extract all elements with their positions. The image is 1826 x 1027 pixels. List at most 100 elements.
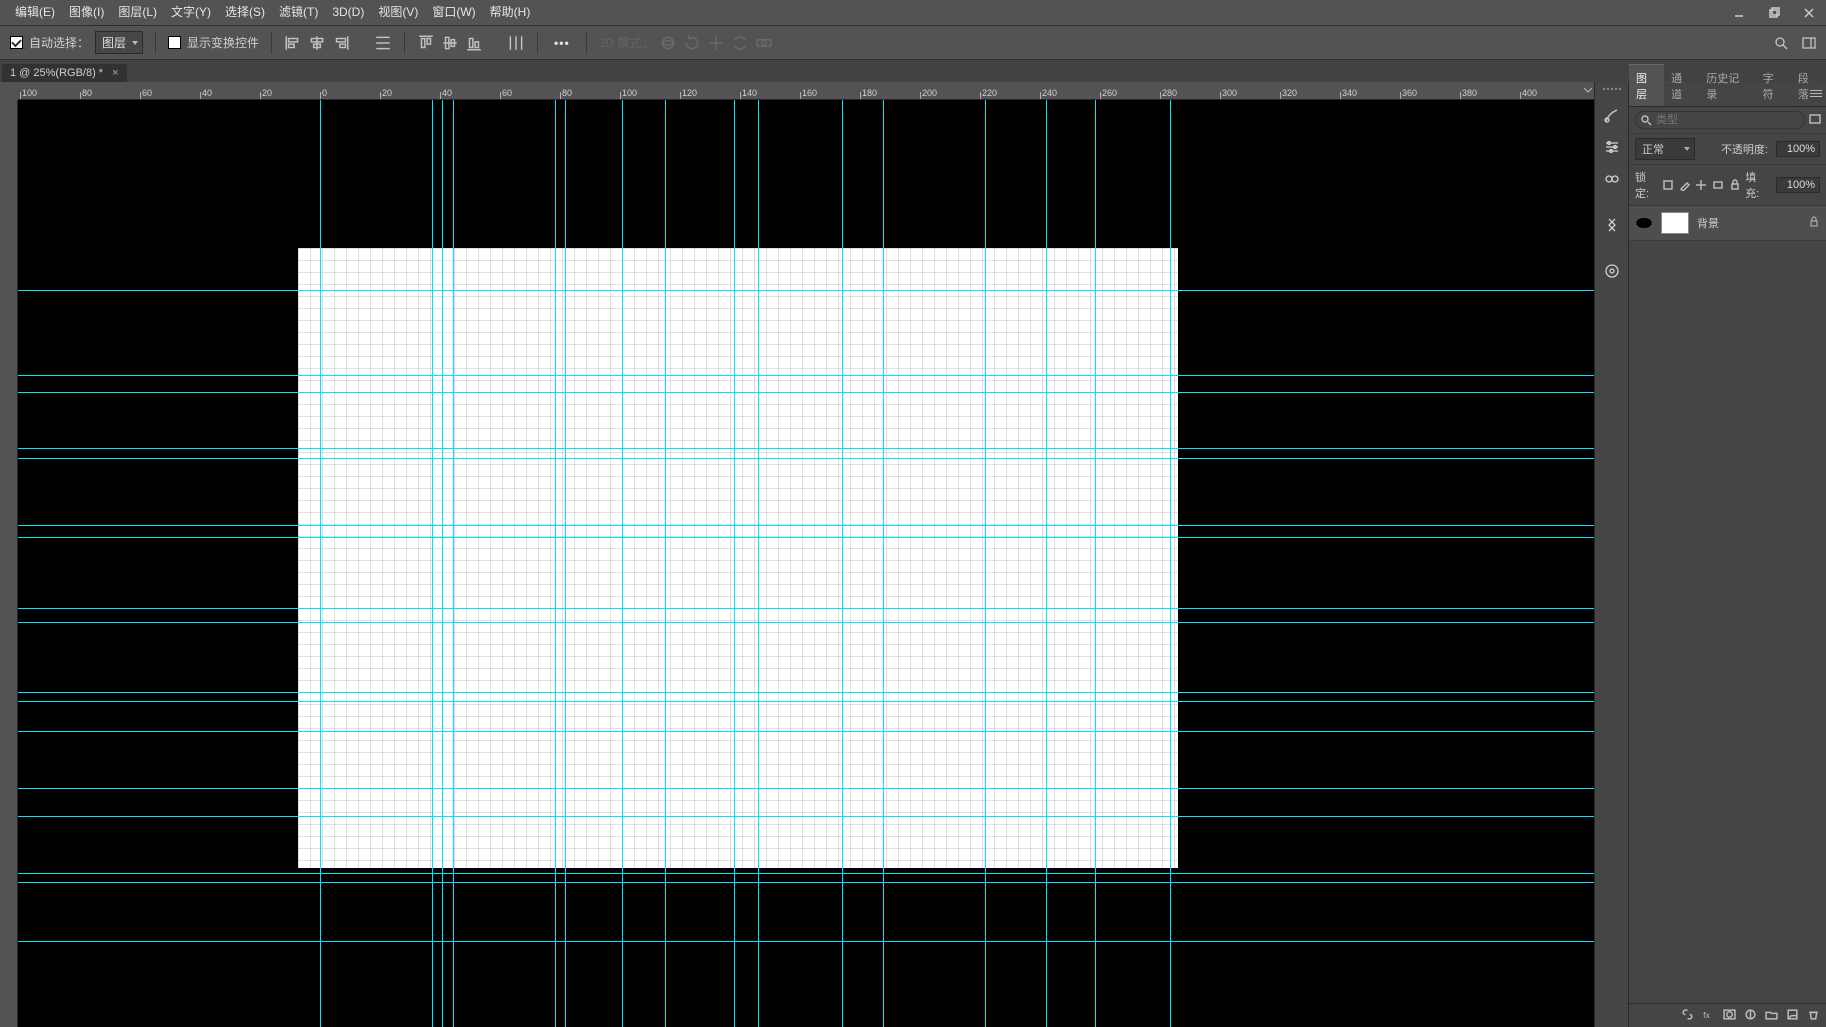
guide-vertical[interactable] <box>665 100 666 1027</box>
guide-vertical[interactable] <box>842 100 843 1027</box>
workspace-switcher-icon[interactable] <box>1800 34 1818 52</box>
properties-panel-icon[interactable] <box>1597 210 1627 240</box>
visibility-eye-icon[interactable] <box>1635 214 1653 232</box>
distribute-h-icon[interactable] <box>374 34 392 52</box>
adjustments-panel-icon[interactable] <box>1597 132 1627 162</box>
tab-character[interactable]: 字符 <box>1756 65 1791 106</box>
align-hcenter-icon[interactable] <box>308 34 326 52</box>
distribute-v-icon[interactable] <box>507 34 525 52</box>
guide-horizontal[interactable] <box>18 882 1594 883</box>
layer-filter-input[interactable] <box>1635 111 1805 129</box>
fill-value-input[interactable]: 100% <box>1776 177 1820 193</box>
scale-3d-icon[interactable] <box>755 34 773 52</box>
align-right-icon[interactable] <box>332 34 350 52</box>
guide-horizontal[interactable] <box>18 290 1594 291</box>
align-left-icon[interactable] <box>284 34 302 52</box>
layer-lock-icon[interactable] <box>1808 216 1820 231</box>
lock-paint-icon[interactable] <box>1678 178 1691 192</box>
link-layers-icon[interactable] <box>1681 1008 1694 1024</box>
new-layer-icon[interactable] <box>1786 1008 1799 1024</box>
tab-history[interactable]: 历史记录 <box>1699 65 1755 106</box>
lock-artboard-icon[interactable] <box>1712 178 1725 192</box>
layer-name-label[interactable]: 背景 <box>1697 215 1719 231</box>
opacity-value-input[interactable]: 100% <box>1776 141 1820 157</box>
close-tab-icon[interactable]: × <box>112 67 118 79</box>
layer-thumbnail[interactable] <box>1661 212 1689 234</box>
libraries-panel-icon[interactable] <box>1597 256 1627 286</box>
align-vcenter-icon[interactable] <box>441 34 459 52</box>
guide-horizontal[interactable] <box>18 525 1594 526</box>
guide-horizontal[interactable] <box>18 622 1594 623</box>
guide-vertical[interactable] <box>985 100 986 1027</box>
menu-layer[interactable]: 图层(L) <box>111 0 164 25</box>
guide-vertical[interactable] <box>1170 100 1171 1027</box>
new-adjustment-icon[interactable] <box>1744 1008 1757 1024</box>
guide-vertical[interactable] <box>565 100 566 1027</box>
menu-help[interactable]: 帮助(H) <box>483 0 538 25</box>
layer-mask-icon[interactable] <box>1723 1008 1736 1024</box>
menu-window[interactable]: 窗口(W) <box>425 0 482 25</box>
guide-vertical[interactable] <box>555 100 556 1027</box>
swatches-panel-icon[interactable] <box>1597 164 1627 194</box>
panel-collapse-toggle-icon[interactable] <box>1582 82 1594 92</box>
guide-vertical[interactable] <box>320 100 321 1027</box>
auto-select-target-dropdown[interactable]: 图层 <box>95 31 143 54</box>
guide-horizontal[interactable] <box>18 392 1594 393</box>
menu-type[interactable]: 文字(Y) <box>164 0 218 25</box>
blend-mode-dropdown[interactable]: 正常 <box>1635 138 1695 160</box>
guide-horizontal[interactable] <box>18 692 1594 693</box>
layer-row-background[interactable]: 背景 <box>1629 206 1826 241</box>
delete-layer-icon[interactable] <box>1807 1008 1820 1024</box>
guide-vertical[interactable] <box>1046 100 1047 1027</box>
guide-horizontal[interactable] <box>18 788 1594 789</box>
guide-vertical[interactable] <box>734 100 735 1027</box>
guide-horizontal[interactable] <box>18 873 1594 874</box>
window-close-button[interactable] <box>1791 0 1826 25</box>
guide-vertical[interactable] <box>1095 100 1096 1027</box>
guide-vertical[interactable] <box>432 100 433 1027</box>
show-transform-checkbox[interactable] <box>168 36 181 49</box>
guide-vertical[interactable] <box>883 100 884 1027</box>
ruler-horizontal[interactable]: 1008060402002040608010012014016018020022… <box>0 82 1594 100</box>
orbit-3d-icon[interactable] <box>659 34 677 52</box>
layer-fx-icon[interactable]: fx <box>1702 1008 1715 1024</box>
tab-layers[interactable]: 图层 <box>1629 64 1664 106</box>
document-tab[interactable]: 1 @ 25%(RGB/8) * × <box>2 64 127 82</box>
guide-horizontal[interactable] <box>18 448 1594 449</box>
guide-horizontal[interactable] <box>18 701 1594 702</box>
lock-pixels-icon[interactable] <box>1662 178 1675 192</box>
align-top-icon[interactable] <box>417 34 435 52</box>
dock-grip-icon[interactable] <box>1598 88 1626 94</box>
new-group-icon[interactable] <box>1765 1008 1778 1024</box>
ruler-origin[interactable] <box>0 82 18 100</box>
menu-3d[interactable]: 3D(D) <box>325 0 371 25</box>
window-minimize-button[interactable] <box>1721 0 1756 25</box>
auto-select-checkbox[interactable] <box>10 36 23 49</box>
menu-view[interactable]: 视图(V) <box>371 0 425 25</box>
roll-3d-icon[interactable] <box>683 34 701 52</box>
more-options-icon[interactable]: ••• <box>550 36 574 50</box>
lock-all-icon[interactable] <box>1729 178 1742 192</box>
filter-image-icon[interactable] <box>1809 113 1821 128</box>
guide-horizontal[interactable] <box>18 816 1594 817</box>
panel-menu-icon[interactable] <box>1810 88 1822 100</box>
guide-vertical[interactable] <box>453 100 454 1027</box>
guide-horizontal[interactable] <box>18 941 1594 942</box>
pan-3d-icon[interactable] <box>707 34 725 52</box>
guide-horizontal[interactable] <box>18 608 1594 609</box>
guide-horizontal[interactable] <box>18 375 1594 376</box>
guide-vertical[interactable] <box>758 100 759 1027</box>
lock-position-icon[interactable] <box>1695 178 1708 192</box>
menu-edit[interactable]: 编辑(E) <box>8 0 62 25</box>
canvas-stage[interactable] <box>18 100 1594 1027</box>
guide-horizontal[interactable] <box>18 537 1594 538</box>
guide-vertical[interactable] <box>442 100 443 1027</box>
tab-channels[interactable]: 通道 <box>1664 65 1699 106</box>
slide-3d-icon[interactable] <box>731 34 749 52</box>
menu-image[interactable]: 图像(I) <box>62 0 111 25</box>
guide-horizontal[interactable] <box>18 458 1594 459</box>
menu-filter[interactable]: 滤镜(T) <box>272 0 325 25</box>
search-icon[interactable] <box>1772 34 1790 52</box>
brush-panel-icon[interactable] <box>1597 100 1627 130</box>
ruler-vertical[interactable] <box>0 82 18 1027</box>
